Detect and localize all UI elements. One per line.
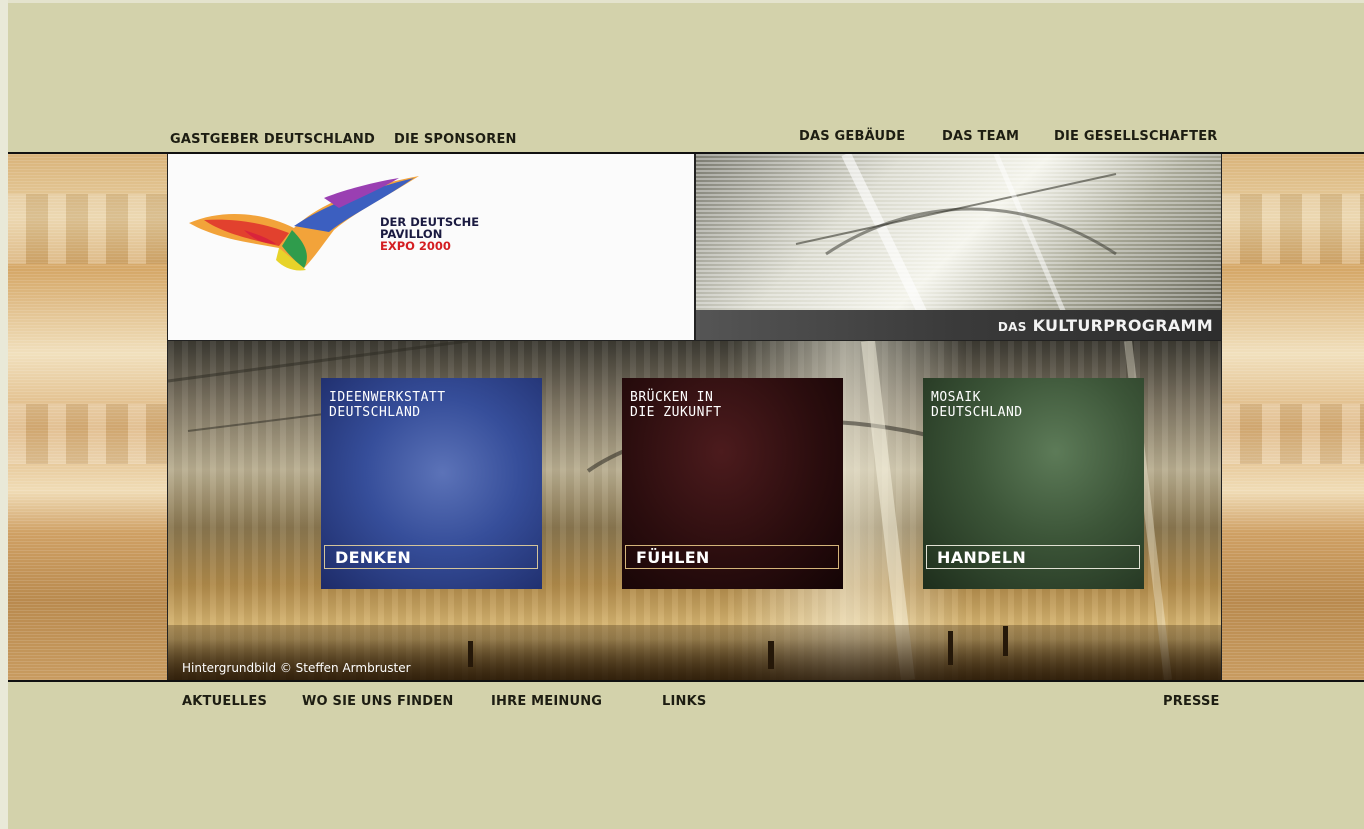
center-panel: DER DEUTSCHE PAVILLON EXPO 2000 DAS KULT… [167,154,1222,680]
tile-title: BRÜCKEN IN DIE ZUKUNFT [630,390,722,420]
kulturprogramm-link[interactable]: DAS KULTURPROGRAMM [998,316,1213,335]
nav-das-gebaeude[interactable]: DAS GEBÄUDE [799,129,905,144]
texture-block [1222,404,1364,464]
nav-die-sponsoren[interactable]: DIE SPONSOREN [394,132,517,147]
tile-title: MOSAIK DEUTSCHLAND [931,390,1023,420]
texture-block [1222,194,1364,264]
nav-das-team[interactable]: DAS TEAM [942,129,1019,144]
main-band: DER DEUTSCHE PAVILLON EXPO 2000 DAS KULT… [8,152,1364,682]
nav-die-gesellschafter[interactable]: DIE GESELLSCHAFTER [1054,129,1217,144]
kulturprogramm-prefix: DAS [997,320,1027,334]
tile-mosaik[interactable]: MOSAIK DEUTSCHLAND HANDELN [923,378,1144,589]
nav-gastgeber-deutschland[interactable]: GASTGEBER DEUTSCHLAND [170,132,375,147]
nav-presse[interactable]: PRESSE [1163,694,1220,709]
tile-bruecken[interactable]: BRÜCKEN IN DIE ZUKUNFT FÜHLEN [622,378,843,589]
fuehlen-button[interactable]: FÜHLEN [625,545,839,569]
kulturprogramm-label: KULTURPROGRAMM [1032,316,1213,335]
image-credit: Hintergrundbild © Steffen Armbruster [182,661,411,675]
texture-block [8,404,167,464]
left-decorative-panel [8,154,167,680]
denken-button[interactable]: DENKEN [324,545,538,569]
left-edge [0,0,8,829]
tile-ideenwerkstatt[interactable]: IDEENWERKSTATT DEUTSCHLAND DENKEN [321,378,542,589]
nav-links[interactable]: LINKS [662,694,706,709]
handeln-button[interactable]: HANDELN [926,545,1140,569]
logo-line-3: EXPO 2000 [380,239,451,253]
nav-wo-sie-uns-finden[interactable]: WO SIE UNS FINDEN [302,694,453,709]
nav-aktuelles[interactable]: AKTUELLES [182,694,267,709]
texture-block [8,194,167,264]
background-photo: IDEENWERKSTATT DEUTSCHLAND DENKEN BRÜCKE… [168,341,1221,680]
kulturprogramm-panel[interactable]: DAS KULTURPROGRAMM [696,154,1221,341]
expo-logo-box[interactable]: DER DEUTSCHE PAVILLON EXPO 2000 [168,154,696,341]
nav-ihre-meinung[interactable]: IHRE MEINUNG [491,694,602,709]
right-decorative-panel [1222,154,1364,680]
top-edge [0,0,1364,3]
logo-wordmark: DER DEUTSCHE PAVILLON EXPO 2000 [380,216,479,252]
tile-title: IDEENWERKSTATT DEUTSCHLAND [329,390,446,420]
